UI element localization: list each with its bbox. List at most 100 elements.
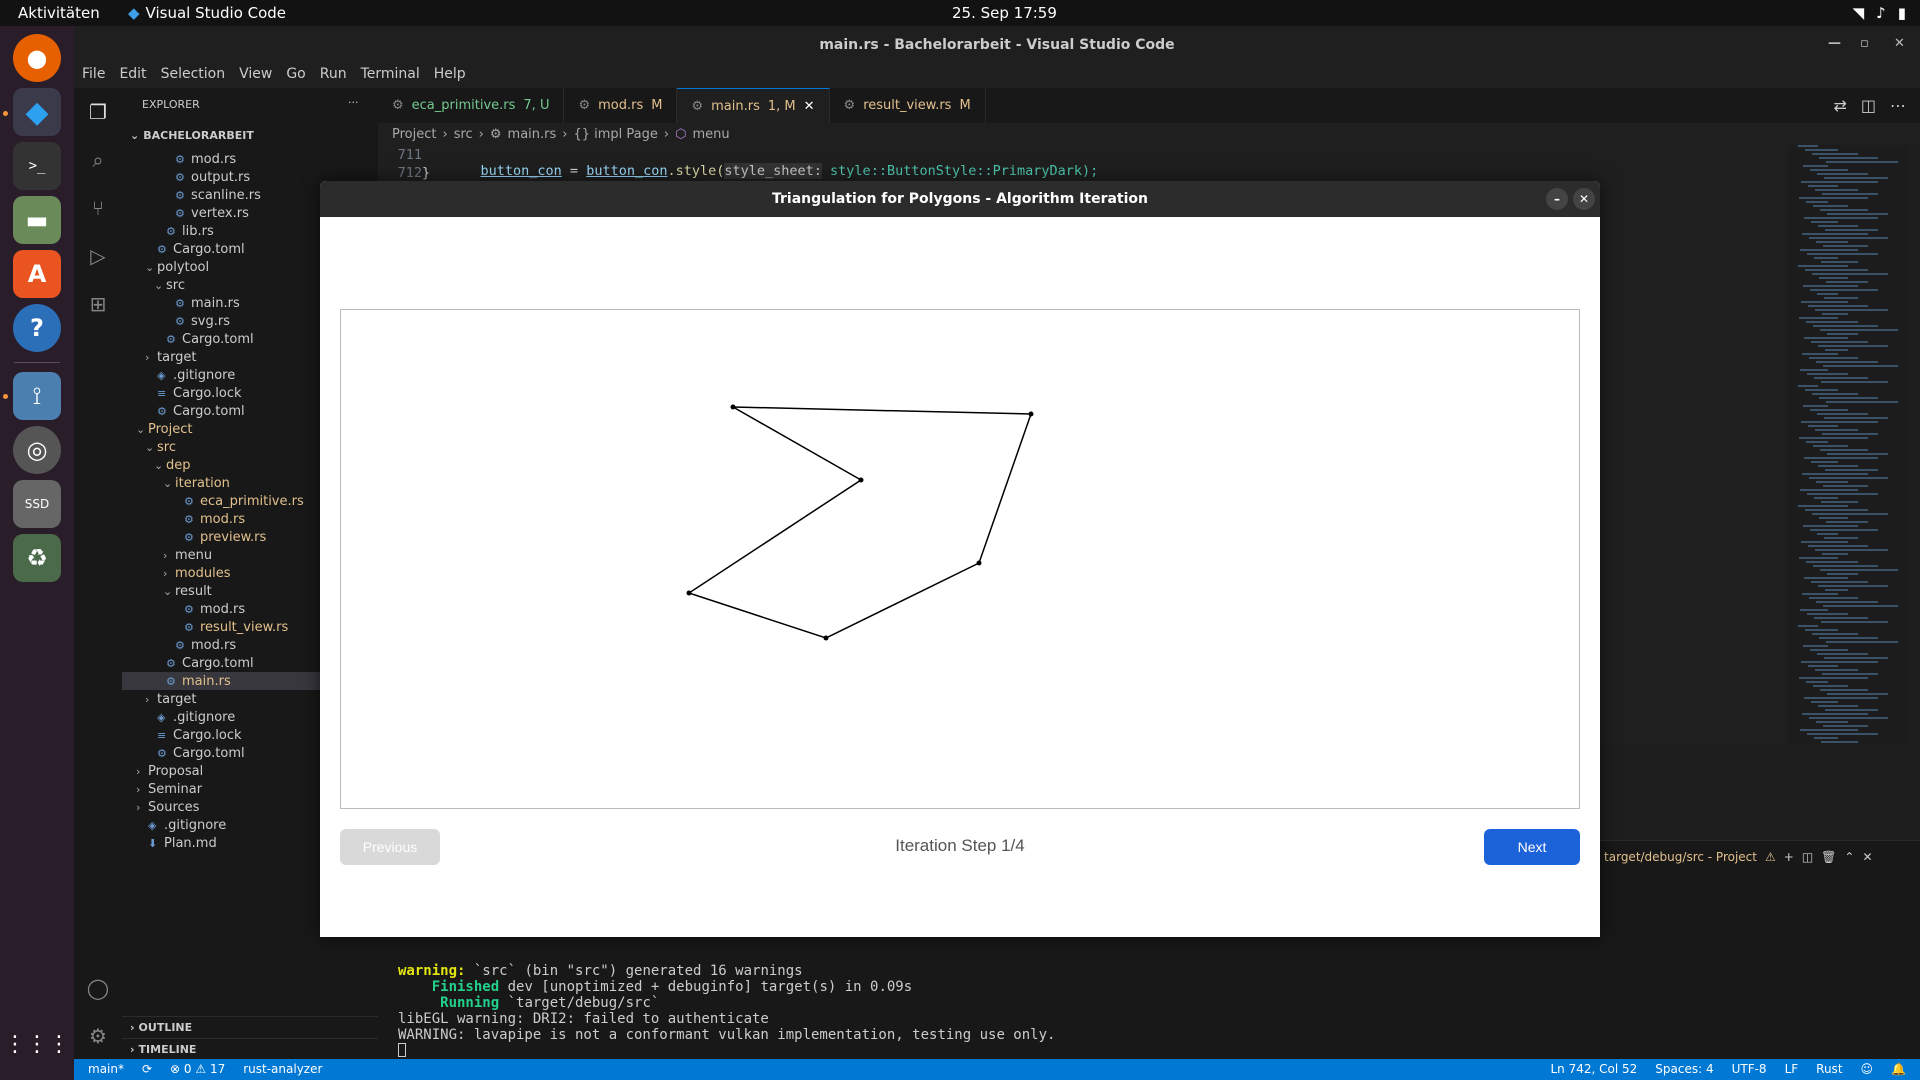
notifications-icon[interactable]: 🔔 <box>1891 1062 1906 1076</box>
outline-section[interactable]: › OUTLINE <box>122 1016 378 1038</box>
software-icon[interactable]: A <box>13 250 61 298</box>
maximize-panel-icon[interactable]: ⌃ <box>1844 850 1854 864</box>
menu-file[interactable]: File <box>82 66 105 88</box>
search-icon[interactable]: ⌕ <box>86 148 110 172</box>
encoding-status[interactable]: UTF-8 <box>1732 1062 1767 1076</box>
compare-icon[interactable]: ⇄ <box>1833 96 1846 115</box>
minimap-line <box>1814 257 1838 259</box>
minimap-line <box>1807 733 1878 735</box>
chevron-down-icon: ⌄ <box>130 128 140 142</box>
terminal-line: libEGL warning: DRI2: failed to authenti… <box>398 1011 769 1027</box>
tab-close-icon[interactable]: ✕ <box>804 99 815 114</box>
terminal-token: `target/debug/src` <box>499 995 660 1011</box>
more-actions-icon[interactable]: ⋯ <box>1890 96 1906 115</box>
add-terminal-icon[interactable]: + <box>1784 850 1794 864</box>
rust-file-icon: ⚙ <box>175 188 185 202</box>
disk-icon[interactable]: ◎ <box>13 426 61 474</box>
run-debug-icon[interactable]: ▷ <box>86 244 110 268</box>
account-icon[interactable]: ◯ <box>86 976 110 1000</box>
status-bar: main* ⟳ ⊗ 0 ⚠ 17 rust-analyzer Ln 742, C… <box>74 1059 1920 1080</box>
minimap-line <box>1805 629 1838 631</box>
app-menu[interactable]: ◆ Visual Studio Code <box>128 4 286 22</box>
indentation-status[interactable]: Spaces: 4 <box>1655 1062 1713 1076</box>
menu-help[interactable]: Help <box>434 66 466 88</box>
close-panel-icon[interactable]: ✕ <box>1862 850 1872 864</box>
explorer-icon[interactable]: ❐ <box>86 100 110 124</box>
close-icon[interactable]: ✕ <box>1894 36 1905 51</box>
menu-terminal[interactable]: Terminal <box>361 66 420 88</box>
markdown-icon: ⬇ <box>148 836 158 850</box>
code-token: .style( <box>667 163 725 179</box>
breadcrumb: Project › src › ⚙ main.rs › {} impl Page… <box>378 123 1920 145</box>
minimap-line <box>1824 657 1888 659</box>
minimap-line <box>1811 581 1868 583</box>
vscode-icon[interactable]: ◆ <box>13 88 61 136</box>
feedback-icon[interactable]: ☺ <box>1861 1062 1874 1076</box>
problems-status[interactable]: ⊗ 0 ⚠ 17 <box>170 1062 225 1076</box>
terminal-name[interactable]: target/debug/src - Project <box>1604 850 1757 864</box>
language-status[interactable]: Rust <box>1816 1062 1842 1076</box>
cursor-position[interactable]: Ln 742, Col 52 <box>1550 1062 1637 1076</box>
workspace-section[interactable]: ⌄ BACHELORARBEIT <box>122 124 378 146</box>
system-tray[interactable]: ◥ ♪ ▮ <box>1853 4 1906 22</box>
ssd-icon[interactable]: SSD <box>13 480 61 528</box>
breadcrumb-item[interactable]: menu <box>692 127 729 142</box>
rust-file-icon: ⚙ <box>175 170 185 184</box>
next-button[interactable]: Next <box>1484 829 1580 865</box>
show-apps-icon[interactable]: ⋮⋮⋮ <box>4 1020 70 1068</box>
dialog-minimize-icon[interactable]: – <box>1546 188 1568 210</box>
trash-icon[interactable]: ♻ <box>13 534 61 582</box>
maximize-icon[interactable]: ▫ <box>1860 36 1869 51</box>
minimap-line <box>1819 277 1848 279</box>
tab-label: result_view.rs <box>863 98 952 113</box>
help-icon[interactable]: ? <box>13 304 61 352</box>
activities-button[interactable]: Aktivitäten <box>18 4 100 22</box>
tab-result-view[interactable]: ⚙ result_view.rs M <box>830 88 986 123</box>
workspace-title: BACHELORARBEIT <box>143 128 254 142</box>
menu-go[interactable]: Go <box>286 66 305 88</box>
tab-mod[interactable]: ⚙ mod.rs M <box>564 88 678 123</box>
minimap-line <box>1806 321 1858 323</box>
tab-eca-primitive[interactable]: ⚙ eca_primitive.rs 7, U <box>378 88 565 123</box>
minimap-line <box>1815 669 1858 671</box>
minimize-icon[interactable]: — <box>1828 36 1841 51</box>
timeline-section[interactable]: › TIMELINE <box>122 1038 378 1060</box>
minimap-line <box>1803 405 1828 407</box>
minimap-line <box>1803 525 1858 527</box>
tree-item-label: target <box>157 349 197 365</box>
rust-analyzer-status[interactable]: rust-analyzer <box>243 1062 322 1076</box>
menu-selection[interactable]: Selection <box>161 66 226 88</box>
menu-edit[interactable]: Edit <box>119 66 146 88</box>
menu-view[interactable]: View <box>239 66 272 88</box>
breadcrumb-item[interactable]: src <box>454 127 473 142</box>
minimap-line <box>1804 577 1848 579</box>
minimap-line <box>1822 673 1878 675</box>
breadcrumb-item[interactable]: main.rs <box>508 127 557 142</box>
sync-icon[interactable]: ⟳ <box>142 1062 152 1076</box>
terminal-icon[interactable]: >_ <box>13 142 61 190</box>
branch-status[interactable]: main* <box>88 1062 124 1076</box>
dialog-close-icon[interactable]: ✕ <box>1573 188 1595 210</box>
firefox-icon[interactable]: ● <box>13 34 61 82</box>
settings-gear-icon[interactable]: ⚙ <box>86 1024 110 1048</box>
menu-run[interactable]: Run <box>320 66 347 88</box>
extensions-icon[interactable]: ⊞ <box>86 292 110 316</box>
wifi-icon: ◥ <box>1852 4 1865 22</box>
source-control-icon[interactable]: ⑂ <box>86 196 110 220</box>
trash-terminal-icon[interactable]: 🗑 <box>1821 850 1836 864</box>
tree-item[interactable]: ⚙ mod.rs <box>122 150 378 168</box>
clock[interactable]: 25. Sep 17:59 <box>952 4 1057 22</box>
minimap-line <box>1817 173 1868 175</box>
files-icon[interactable]: ▬ <box>13 196 61 244</box>
breadcrumb-item[interactable]: Project <box>392 127 436 142</box>
split-terminal-icon[interactable]: ◫ <box>1802 850 1813 864</box>
eol-status[interactable]: LF <box>1785 1062 1799 1076</box>
breadcrumb-item[interactable]: {} impl Page <box>573 127 657 142</box>
tab-main[interactable]: ⚙ main.rs 1, M ✕ <box>677 88 830 123</box>
explorer-more-icon[interactable]: ··· <box>348 96 359 109</box>
minimap-line <box>1825 469 1878 471</box>
minimap[interactable] <box>1788 145 1908 745</box>
split-editor-icon[interactable]: ◫ <box>1861 96 1876 115</box>
app-window-icon[interactable]: ⟟ <box>13 372 61 420</box>
minimap-line <box>1800 489 1858 491</box>
